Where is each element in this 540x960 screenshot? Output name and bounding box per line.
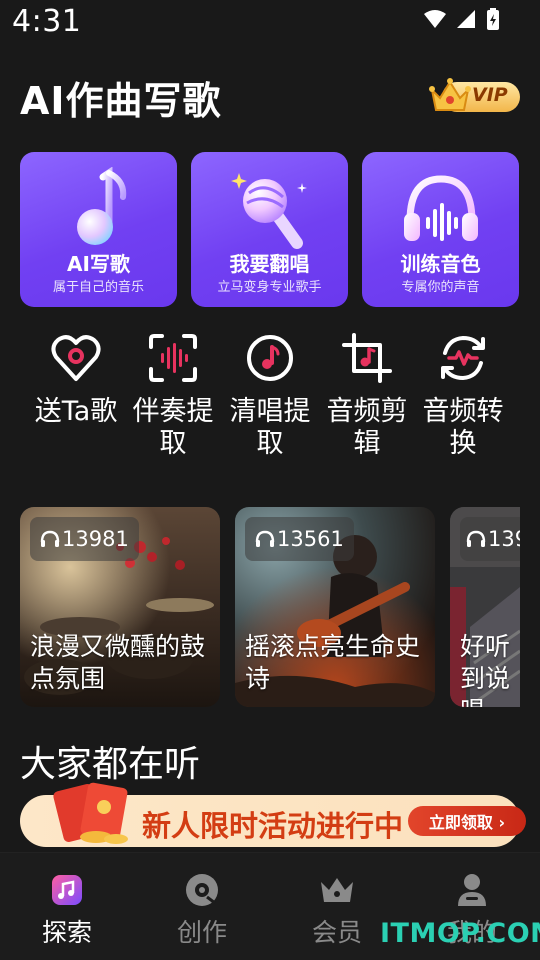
tool-accompaniment-extract[interactable]: 伴奏提取	[125, 330, 221, 460]
play-count: 13561	[245, 517, 354, 561]
play-count: 139	[460, 517, 520, 561]
section-title: 大家都在听	[20, 744, 201, 785]
play-count-value: 13981	[62, 527, 129, 551]
music-app-icon	[52, 875, 82, 905]
claim-now-button[interactable]: 立即领取 ›	[408, 806, 526, 836]
microphone-icon	[230, 173, 307, 249]
headphones-icon	[403, 175, 478, 241]
crown-icon	[321, 878, 353, 902]
card-ai-write-song[interactable]: AI写歌 属于自己的音乐	[20, 152, 177, 307]
playlist-card[interactable]: 13981 浪漫又微醺的鼓点氛围	[20, 507, 220, 707]
tool-label: 音频剪辑	[326, 396, 408, 459]
tool-audio-convert[interactable]: 音频转换	[415, 330, 511, 460]
heart-music-icon	[51, 335, 101, 381]
card-title: 我要翻唱	[229, 252, 310, 276]
playlist-title: 好听到说唱	[460, 632, 511, 707]
tool-send-song[interactable]: 送Ta歌	[28, 330, 124, 428]
tool-label: 送Ta歌	[34, 396, 118, 427]
play-count-value: 13561	[277, 527, 344, 551]
nav-label: 探索	[41, 918, 92, 947]
wifi-icon	[424, 10, 446, 28]
card-subtitle: 立马变身专业歌手	[217, 280, 322, 295]
promo-text: 新人限时活动进行中	[142, 809, 404, 843]
tool-audio-clip[interactable]: 音频剪辑	[319, 330, 415, 460]
status-bar: 4:31	[0, 0, 540, 44]
nav-label: 会员	[311, 918, 362, 947]
card-train-voice[interactable]: 训练音色 专属你的声音	[362, 152, 519, 307]
tool-label: 音频转换	[422, 396, 504, 459]
card-subtitle: 专属你的声音	[401, 280, 480, 295]
red-envelope-icon	[53, 782, 128, 844]
card-title: 训练音色	[400, 252, 481, 276]
play-count: 13981	[30, 517, 139, 561]
vip-label: VIP	[472, 84, 508, 106]
playlist-card[interactable]: 139 好听到说唱	[450, 507, 520, 707]
signal-icon	[457, 10, 475, 28]
card-cover-song[interactable]: 我要翻唱 立马变身专业歌手	[191, 152, 348, 307]
card-title: AI写歌	[67, 252, 130, 276]
disc-icon	[186, 874, 218, 906]
battery-icon	[487, 8, 499, 30]
user-icon	[458, 874, 486, 906]
crown-icon	[429, 78, 471, 111]
music-disc-icon	[247, 335, 293, 381]
status-icons	[424, 8, 500, 30]
watermark-text: ITMOP.COM	[380, 918, 540, 949]
nav-create[interactable]: 创作	[147, 871, 257, 949]
tool-vocal-extract[interactable]: 清唱提取	[222, 330, 318, 460]
tool-label: 清唱提取	[229, 396, 311, 459]
page-title: AI作曲写歌	[20, 79, 222, 123]
music-note-icon	[76, 167, 126, 245]
promo-banner[interactable]: 新人限时活动进行中 立即领取 ›	[20, 782, 526, 847]
card-subtitle: 属于自己的音乐	[52, 280, 144, 295]
nav-label: 创作	[176, 918, 227, 947]
headphones-small-icon	[40, 530, 60, 547]
convert-wave-icon	[441, 335, 485, 381]
playlist-title: 浪漫又微醺的鼓点氛围	[30, 632, 206, 693]
play-count-value: 139	[488, 527, 520, 551]
headphones-small-icon	[466, 530, 486, 547]
playlist-card[interactable]: 13561 摇滚点亮生命史诗	[235, 507, 435, 707]
crop-music-icon	[342, 333, 392, 383]
status-time: 4:31	[12, 4, 82, 39]
playlist-title: 摇滚点亮生命史诗	[245, 632, 421, 693]
vip-button[interactable]: VIP	[428, 76, 522, 116]
waveform-scan-icon	[149, 334, 197, 382]
nav-membership[interactable]: 会员	[282, 871, 392, 949]
headphones-small-icon	[255, 530, 275, 547]
tool-label: 伴奏提取	[132, 396, 214, 459]
nav-explore[interactable]: 探索	[12, 871, 122, 949]
